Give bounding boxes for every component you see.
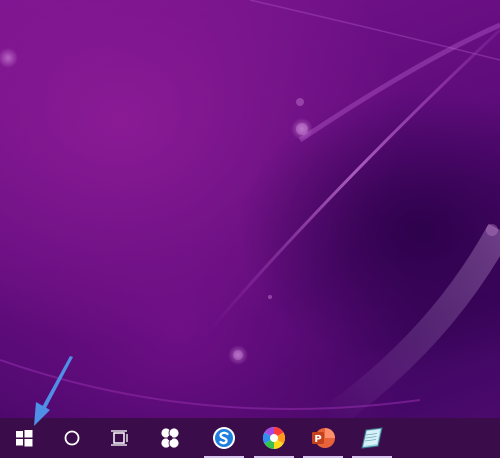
start-button[interactable] [4, 418, 44, 458]
notepad-app-icon [361, 427, 383, 449]
sogou-browser-icon [213, 427, 235, 449]
task-view-icon [111, 430, 128, 446]
taskbar: P [0, 418, 500, 458]
search-circle-icon [64, 430, 80, 446]
flower-app-icon [160, 427, 180, 449]
windows-start-icon [16, 430, 33, 447]
task-view-button[interactable] [100, 418, 140, 458]
svg-text:P: P [314, 434, 321, 445]
taskbar-app-sogou[interactable] [204, 418, 244, 458]
colorful-orb-app-icon [263, 427, 285, 449]
wallpaper-art [0, 0, 500, 418]
taskbar-app-notepad[interactable] [352, 418, 392, 458]
powerpoint-icon: P [312, 428, 335, 448]
desktop [0, 0, 500, 418]
taskbar-app-flower[interactable] [150, 418, 190, 458]
search-button[interactable] [52, 418, 92, 458]
taskbar-app-colorful-orb[interactable] [254, 418, 294, 458]
taskbar-app-powerpoint[interactable]: P [303, 418, 343, 458]
